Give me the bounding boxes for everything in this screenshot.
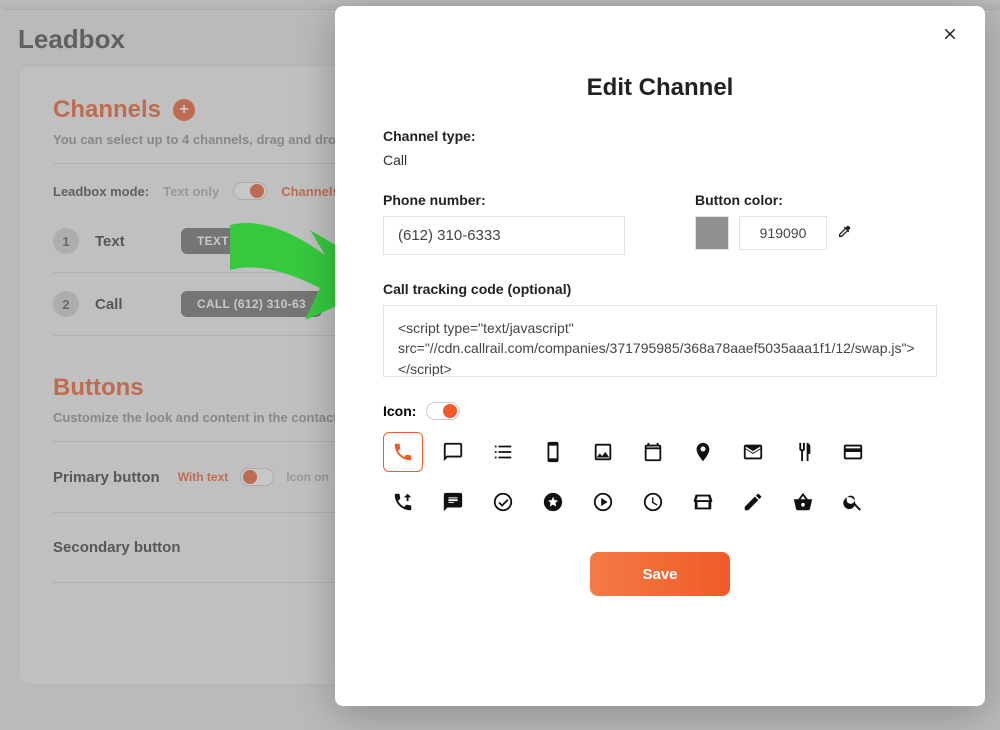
toggle-knob [443,404,457,418]
icon-label-row: Icon: [383,402,937,420]
icon-option-phone-icon[interactable] [383,432,423,472]
play-circle-icon [592,491,614,513]
shopping-basket-icon [792,491,814,513]
icon-option-clock-icon[interactable] [633,482,673,522]
icon-option-image-icon[interactable] [583,432,623,472]
modal-title: Edit Channel [383,74,937,102]
color-swatch[interactable] [695,216,729,250]
credit-card-icon [842,441,864,463]
clock-icon [642,491,664,513]
icon-picker-grid [383,432,937,522]
search-icon [842,491,864,513]
close-button[interactable] [935,22,965,50]
icon-option-shopping-basket-icon[interactable] [783,482,823,522]
icon-option-phone-callback-icon[interactable] [383,482,423,522]
tracking-code-label: Call tracking code (optional) [383,281,937,297]
icon-option-play-circle-icon[interactable] [583,482,623,522]
icon-option-smartphone-icon[interactable] [533,432,573,472]
icon-option-calendar-icon[interactable] [633,432,673,472]
color-hex-input[interactable] [739,216,827,250]
sms-icon [442,491,464,513]
phone-number-label: Phone number: [383,192,625,208]
icon-option-restaurant-icon[interactable] [783,432,823,472]
mail-icon [742,441,764,463]
icon-option-storefront-icon[interactable] [683,482,723,522]
icon-option-credit-card-icon[interactable] [833,432,873,472]
phone-number-input[interactable] [383,216,625,255]
icon-option-location-pin-icon[interactable] [683,432,723,472]
icon-option-star-circle-icon[interactable] [533,482,573,522]
color-picker-row [695,216,937,250]
icon-toggle[interactable] [426,402,460,420]
location-pin-icon [692,441,714,463]
save-button[interactable]: Save [590,552,730,596]
chat-bubble-icon [442,441,464,463]
storefront-icon [692,491,714,513]
channel-type-label: Channel type: [383,128,937,144]
icon-option-search-icon[interactable] [833,482,873,522]
icon-label: Icon: [383,403,416,419]
calendar-icon [642,441,664,463]
channel-type-value: Call [383,152,937,168]
edit-channel-modal: Edit Channel Channel type: Call Phone nu… [335,6,985,706]
phone-and-color-row: Phone number: Button color: [383,192,937,255]
close-icon [941,25,959,43]
phone-callback-icon [392,491,414,513]
icon-option-chat-bubble-icon[interactable] [433,432,473,472]
star-circle-icon [542,491,564,513]
image-icon [592,441,614,463]
task-check-icon [492,491,514,513]
restaurant-icon [792,441,814,463]
smartphone-icon [542,441,564,463]
pencil-icon [742,491,764,513]
button-color-label: Button color: [695,192,937,208]
tracking-code-input[interactable] [383,305,937,377]
icon-option-pencil-icon[interactable] [733,482,773,522]
icon-option-mail-icon[interactable] [733,432,773,472]
eyedropper-icon[interactable] [837,223,853,243]
icon-option-checklist-icon[interactable] [483,432,523,472]
phone-icon [392,441,414,463]
icon-option-sms-icon[interactable] [433,482,473,522]
icon-option-task-check-icon[interactable] [483,482,523,522]
checklist-icon [492,441,514,463]
